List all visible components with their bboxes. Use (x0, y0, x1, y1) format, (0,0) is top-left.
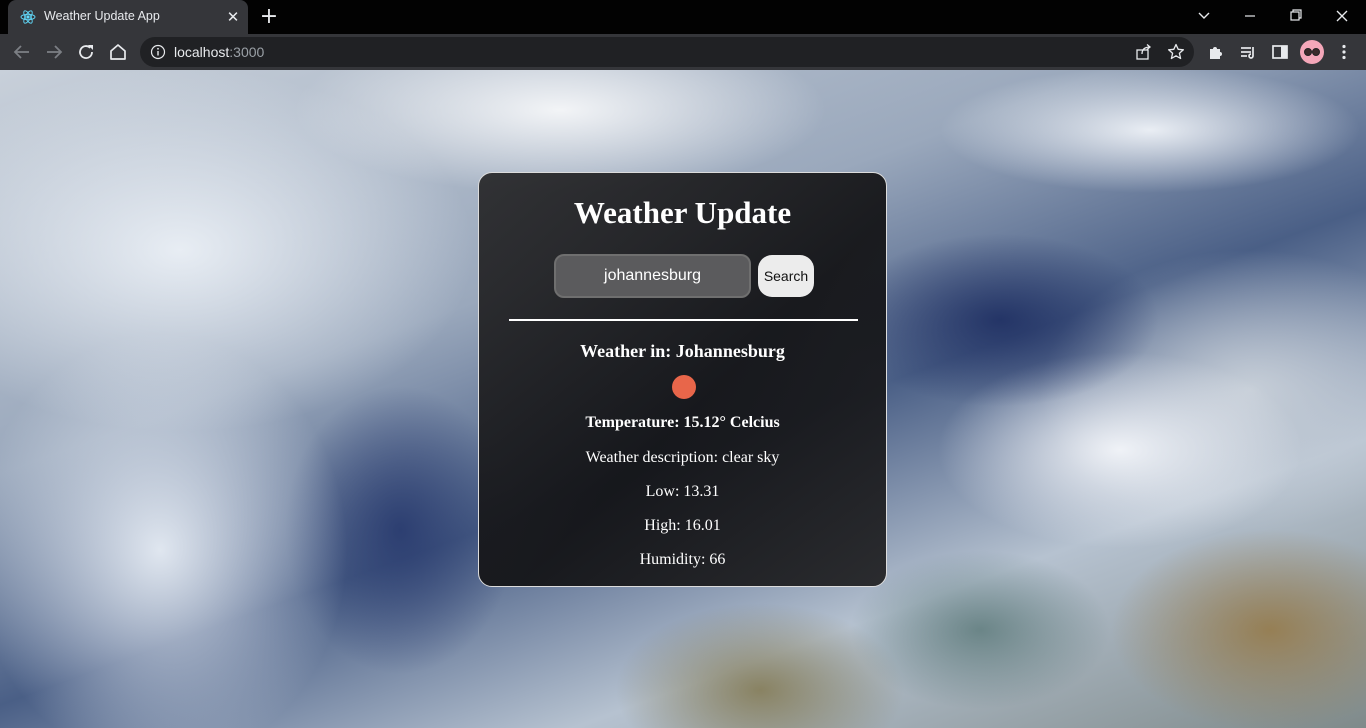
reload-icon[interactable] (74, 40, 98, 64)
back-arrow-icon[interactable] (10, 40, 34, 64)
search-button[interactable]: Search (758, 255, 814, 297)
extensions-puzzle-icon[interactable] (1204, 40, 1228, 64)
forward-arrow-icon[interactable] (42, 40, 66, 64)
low-temp-text: Low: 13.31 (645, 483, 720, 500)
tab-search-icon[interactable] (1190, 4, 1218, 28)
browser-tab[interactable]: Weather Update App ✕ (8, 0, 248, 34)
restore-icon[interactable] (1282, 4, 1310, 28)
glasses-avatar-icon (1304, 48, 1320, 56)
profile-avatar-icon[interactable] (1300, 40, 1324, 64)
city-search-input[interactable] (554, 254, 751, 298)
react-icon (20, 10, 36, 24)
weather-card: Weather Update Search Weather in: Johann… (478, 172, 887, 587)
address-bar[interactable]: localhost:3000 (140, 37, 1194, 67)
bookmark-star-icon[interactable] (1166, 42, 1186, 62)
humidity-text: Humidity: 66 (639, 551, 726, 568)
page-background: Weather Update Search Weather in: Johann… (0, 70, 1366, 728)
url-host: localhost (174, 44, 230, 60)
temperature-text: Temperature: 15.12° Celcius (585, 414, 780, 431)
weather-status-dot-icon (672, 375, 696, 399)
reading-list-icon[interactable] (1236, 40, 1260, 64)
browser-toolbar: localhost:3000 (0, 34, 1366, 70)
minimize-icon[interactable] (1236, 4, 1264, 28)
tab-close-icon[interactable]: ✕ (224, 8, 242, 26)
tab-title: Weather Update App (44, 9, 160, 23)
url-port: :3000 (229, 44, 265, 60)
side-panel-icon[interactable] (1268, 40, 1292, 64)
browser-window: Weather Update App ✕ + localhost:3000 We… (0, 0, 1366, 728)
tab-strip: Weather Update App ✕ + (0, 0, 1366, 34)
address-url[interactable]: localhost:3000 (174, 44, 264, 60)
page-title: Weather Update (573, 195, 792, 230)
divider (509, 319, 858, 321)
site-info-icon[interactable] (150, 44, 166, 60)
menu-kebab-icon[interactable] (1332, 40, 1356, 64)
new-tab-button[interactable]: + (258, 6, 280, 28)
weather-location: Weather in: Johannesburg (580, 341, 785, 361)
weather-description-text: Weather description: clear sky (585, 449, 780, 466)
share-icon[interactable] (1134, 42, 1154, 62)
home-icon[interactable] (106, 40, 130, 64)
close-icon[interactable] (1328, 4, 1356, 28)
high-temp-text: High: 16.01 (644, 517, 721, 534)
